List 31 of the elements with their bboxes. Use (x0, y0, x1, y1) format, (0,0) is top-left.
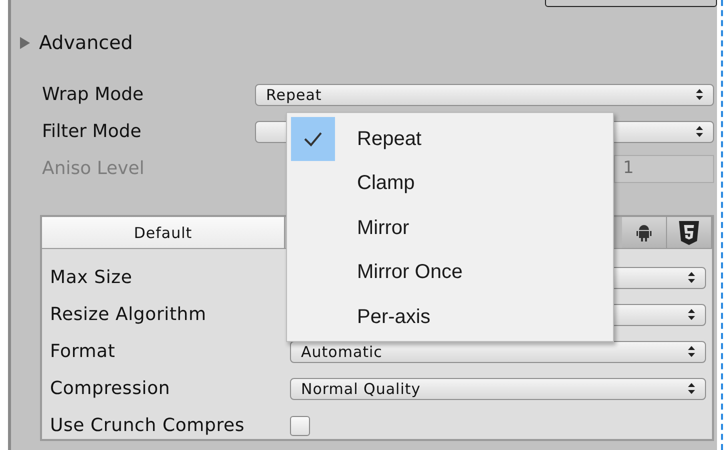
updown-arrow-icon (688, 272, 695, 283)
setting-label: Resize Algorithm (49, 304, 208, 325)
field-label: Aniso Level (41, 158, 146, 179)
menu-item[interactable]: Repeat (291, 117, 613, 162)
platform-tab[interactable]: Default (42, 217, 285, 248)
platform-tab[interactable] (667, 217, 712, 248)
menu-item[interactable]: Mirror Once (291, 250, 613, 295)
setting-label: Compression (49, 378, 172, 399)
menu-item[interactable]: Clamp (291, 162, 613, 206)
robot-icon (636, 224, 652, 242)
section-title: Advanced (39, 32, 133, 54)
platform-tab[interactable] (622, 217, 667, 248)
shield-icon (679, 220, 699, 244)
menu-item[interactable]: Per-axis (291, 295, 613, 340)
field-label: Wrap Mode (41, 84, 145, 105)
field-label: Filter Mode (41, 121, 142, 142)
updown-arrow-icon (688, 346, 695, 357)
updown-arrow-icon (688, 309, 695, 320)
checkmark-icon (303, 131, 323, 148)
setting-label: Use Crunch Compres (49, 415, 246, 436)
dropdown[interactable]: Repeat (255, 84, 714, 106)
checkbox[interactable] (290, 416, 310, 436)
updown-arrow-icon (688, 383, 695, 394)
updown-arrow-icon (696, 126, 703, 137)
dropdown[interactable]: Normal Quality (290, 378, 706, 400)
setting-label: Format (49, 341, 116, 362)
updown-arrow-icon (696, 89, 703, 100)
setting-label: Max Size (49, 267, 134, 288)
disclosure-triangle-icon[interactable] (19, 36, 31, 50)
menu-item[interactable]: Mirror (291, 206, 613, 250)
dropdown[interactable]: Automatic (290, 340, 706, 362)
